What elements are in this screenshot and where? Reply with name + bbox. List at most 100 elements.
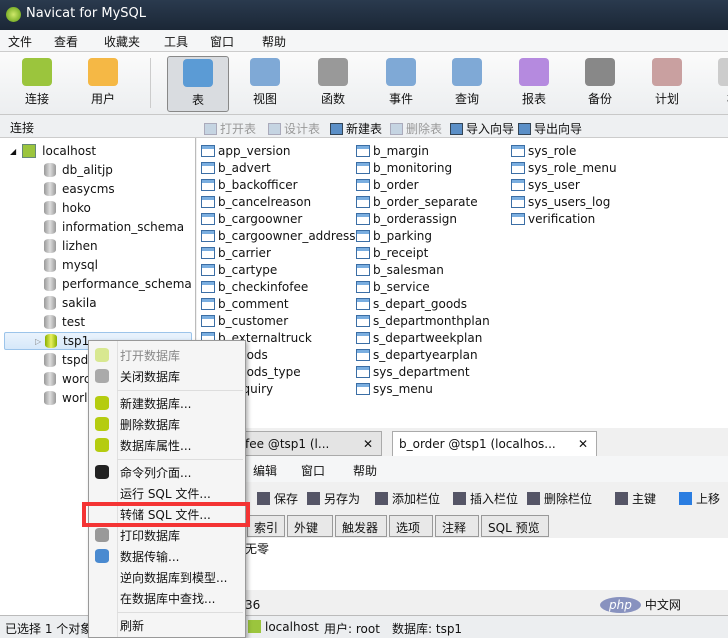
- tree-item-database[interactable]: information_schema: [44, 218, 184, 236]
- table-item[interactable]: b_cartype: [201, 261, 277, 278]
- tree-item-database[interactable]: easycms: [44, 180, 115, 198]
- context-menu-item-13[interactable]: 在数据库中查找...: [120, 588, 215, 608]
- toolbar-button-8[interactable]: 备份: [569, 56, 631, 112]
- table-item[interactable]: b_orderassign: [356, 210, 457, 227]
- table-item[interactable]: s_departyearplan: [356, 346, 478, 363]
- table-item[interactable]: b_comment: [201, 295, 289, 312]
- table-item[interactable]: verification: [511, 210, 595, 227]
- designer-menu-item[interactable]: 帮助: [353, 462, 377, 479]
- tree-item-database[interactable]: sakila: [44, 294, 97, 312]
- table-item[interactable]: b_order: [356, 176, 419, 193]
- tree-item-database[interactable]: mysql: [44, 256, 98, 274]
- tree-item-database[interactable]: worl: [44, 389, 87, 407]
- menu-item-5[interactable]: 帮助: [262, 33, 286, 50]
- table-item[interactable]: b_cargoowner: [201, 210, 302, 227]
- tree-item-localhost[interactable]: ◢ localhost: [10, 142, 96, 160]
- toolbar-button-6[interactable]: 查询: [436, 56, 498, 112]
- panel-tab[interactable]: 外键: [287, 515, 333, 537]
- toolbar-button-1[interactable]: 用户: [72, 56, 134, 112]
- table-item[interactable]: sys_user: [511, 176, 580, 193]
- table-action-4[interactable]: 导入向导: [450, 120, 514, 137]
- context-menu-item-1[interactable]: 关闭数据库: [120, 366, 180, 386]
- tree-item-database[interactable]: db_alitjp: [44, 161, 113, 179]
- table-item[interactable]: b_service: [356, 278, 430, 295]
- expand-arrow-icon[interactable]: ◢: [10, 147, 16, 156]
- designer-tool-0[interactable]: 保存: [274, 490, 298, 507]
- table-item[interactable]: app_version: [201, 142, 291, 159]
- close-icon[interactable]: ✕: [363, 437, 373, 451]
- table-action-3[interactable]: 删除表: [390, 120, 442, 137]
- table-action-1[interactable]: 设计表: [268, 120, 320, 137]
- table-action-0[interactable]: 打开表: [204, 120, 256, 137]
- table-item[interactable]: sys_role: [511, 142, 576, 159]
- toolbar-button-2[interactable]: 表: [167, 56, 229, 112]
- table-action-5[interactable]: 导出向导: [518, 120, 582, 137]
- table-item[interactable]: b_customer: [201, 312, 288, 329]
- menu-item-2[interactable]: 收藏夹: [104, 33, 140, 50]
- menu-item-0[interactable]: 文件: [8, 33, 32, 50]
- toolbar-button-7[interactable]: 报表: [503, 56, 565, 112]
- context-menu-item-3[interactable]: 新建数据库...: [120, 393, 191, 413]
- panel-tab[interactable]: 索引: [247, 515, 286, 537]
- panel-tab[interactable]: SQL 预览: [481, 515, 549, 537]
- tab-b-order[interactable]: b_order @tsp1 (localhos... ✕: [392, 431, 597, 456]
- designer-tool-3[interactable]: 插入栏位: [470, 490, 518, 507]
- panel-tab[interactable]: 选项: [389, 515, 433, 537]
- designer-tool-4[interactable]: 删除栏位: [544, 490, 592, 507]
- designer-tool-6[interactable]: 上移: [696, 490, 720, 507]
- table-item[interactable]: b_carrier: [201, 244, 271, 261]
- tree-item-database[interactable]: tspd: [44, 351, 88, 369]
- table-item[interactable]: b_receipt: [356, 244, 428, 261]
- tree-item-database[interactable]: worc: [44, 370, 90, 388]
- panel-tab[interactable]: 触发器: [335, 515, 387, 537]
- designer-menu-item[interactable]: 编辑: [253, 462, 277, 479]
- table-item[interactable]: b_margin: [356, 142, 429, 159]
- menu-item-3[interactable]: 工具: [164, 33, 188, 50]
- menu-item-4[interactable]: 窗口: [210, 33, 234, 50]
- tree-item-database[interactable]: hoko: [44, 199, 91, 217]
- tree-item-database[interactable]: performance_schema: [44, 275, 192, 293]
- context-menu-item-5[interactable]: 数据库属性...: [120, 435, 191, 455]
- menu-item-1[interactable]: 查看: [54, 33, 78, 50]
- designer-tool-1[interactable]: 另存为: [324, 490, 360, 507]
- table-item[interactable]: s_departmonthplan: [356, 312, 490, 329]
- close-icon[interactable]: ✕: [578, 437, 588, 451]
- toolbar-button-9[interactable]: 计划: [636, 56, 698, 112]
- table-item[interactable]: b_salesman: [356, 261, 444, 278]
- context-menu-item-8[interactable]: 运行 SQL 文件...: [120, 483, 211, 503]
- table-item[interactable]: b_backofficer: [201, 176, 298, 193]
- table-item[interactable]: sys_users_log: [511, 193, 610, 210]
- designer-tool-2[interactable]: 添加栏位: [392, 490, 440, 507]
- table-item[interactable]: b_checkinfofee: [201, 278, 308, 295]
- context-menu-item-10[interactable]: 打印数据库: [120, 525, 180, 545]
- table-item[interactable]: b_order_separate: [356, 193, 478, 210]
- context-menu-item-0[interactable]: 打开数据库: [120, 345, 180, 365]
- table-item[interactable]: b_cancelreason: [201, 193, 311, 210]
- context-menu-item-11[interactable]: 数据传输...: [120, 546, 179, 566]
- table-item[interactable]: b_parking: [356, 227, 432, 244]
- table-item[interactable]: s_depart_goods: [356, 295, 467, 312]
- toolbar-button-10[interactable]: 模: [702, 56, 728, 112]
- panel-tab[interactable]: 注释: [435, 515, 479, 537]
- context-menu-item-4[interactable]: 删除数据库: [120, 414, 180, 434]
- expand-arrow-icon[interactable]: ▷: [35, 337, 41, 346]
- table-item[interactable]: sys_menu: [356, 380, 433, 397]
- table-item[interactable]: sys_department: [356, 363, 470, 380]
- tree-item-database[interactable]: test: [44, 313, 85, 331]
- context-menu-item-15[interactable]: 刷新: [120, 615, 144, 635]
- tree-item-database[interactable]: lizhen: [44, 237, 98, 255]
- toolbar-button-4[interactable]: 函数: [302, 56, 364, 112]
- context-menu-item-7[interactable]: 命令列介面...: [120, 462, 191, 482]
- table-item[interactable]: b_advert: [201, 159, 271, 176]
- context-menu-item-12[interactable]: 逆向数据库到模型...: [120, 567, 227, 587]
- toolbar-button-0[interactable]: 连接: [6, 56, 68, 112]
- designer-menu-item[interactable]: 窗口: [301, 462, 325, 479]
- table-item[interactable]: sys_role_menu: [511, 159, 617, 176]
- table-item[interactable]: b_monitoring: [356, 159, 452, 176]
- table-action-2[interactable]: 新建表: [330, 120, 382, 137]
- table-item[interactable]: b_cargoowner_address: [201, 227, 355, 244]
- toolbar-button-3[interactable]: 视图: [234, 56, 296, 112]
- table-item[interactable]: s_departweekplan: [356, 329, 482, 346]
- designer-tool-5[interactable]: 主键: [632, 490, 656, 507]
- toolbar-button-5[interactable]: 事件: [370, 56, 432, 112]
